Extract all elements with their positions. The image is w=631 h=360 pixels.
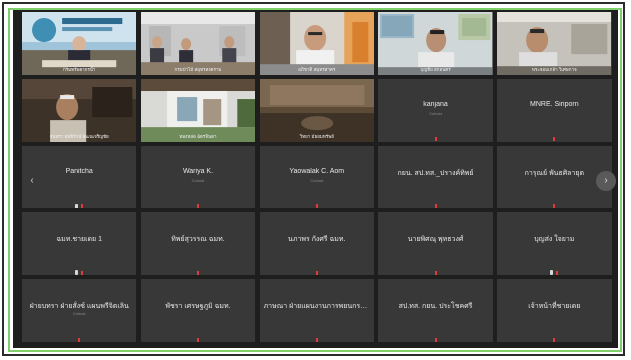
- audio-status: [141, 331, 255, 342]
- mic-muted-icon: [315, 337, 318, 342]
- mic-muted-icon: [553, 137, 556, 142]
- video-tile[interactable]: ทองหล่อ ฉัตรจินดา: [140, 78, 256, 142]
- participant-name: กรมป่าไม้ สมุทรสงคราม: [174, 66, 222, 72]
- participant-name: นายพิศณุ พุทธวงศ์: [407, 236, 464, 244]
- audio-status: [22, 331, 136, 342]
- participant-name: Yaowalak C. Aom: [289, 167, 345, 175]
- mic-muted-icon: [434, 270, 437, 275]
- participant-tile[interactable]: MNRE. Siriporn: [497, 78, 612, 142]
- participant-name: Wariya K.: [182, 167, 214, 175]
- audio-status: [378, 264, 492, 275]
- participant-name: ฉมท.ชายเดย 1: [56, 236, 102, 244]
- audio-status: [497, 331, 611, 342]
- participant-name: MNRE. Siriporn: [530, 100, 579, 108]
- participant-tile[interactable]: Wariya K. Cohost: [140, 145, 256, 209]
- mic-muted-icon: [556, 270, 559, 275]
- chevron-right-icon: ›: [604, 175, 608, 186]
- participant-tile[interactable]: ฉมท.ชายเดย 1: [22, 212, 137, 276]
- mic-muted-icon: [196, 270, 199, 275]
- mic-muted-icon: [434, 337, 437, 342]
- video-tile[interactable]: จันทรา สุทธิรักษ์ พัฒนเจริญชัย: [22, 78, 137, 142]
- video-tile[interactable]: กรมป่าไม้ สมุทรสงคราม: [140, 12, 256, 75]
- mic-muted-icon: [81, 204, 84, 209]
- participant-name: พระจอมเกล้า วิเศษกาจ: [531, 66, 577, 72]
- mic-muted-icon: [434, 204, 437, 209]
- audio-status: [378, 131, 492, 142]
- participant-tile[interactable]: เจ้าหน้าที่ชายเดย: [497, 279, 612, 342]
- next-page-button[interactable]: ›: [596, 171, 616, 191]
- audio-status: [497, 264, 611, 276]
- participant-name: ทิพย์สุวรรณ ฉมท.: [171, 236, 225, 244]
- participant-grid: กรมทรัพยากรน้ำ กรมป่าไม้ สมุทรสงคราม อภิ…: [22, 12, 612, 346]
- participant-name: kanjana: [423, 100, 448, 108]
- audio-status: [378, 331, 492, 342]
- participant-role: Cohost: [191, 177, 205, 183]
- participant-name: การุณย์ พันธศิลายุต: [524, 169, 585, 177]
- microphone-icon: [75, 270, 79, 276]
- participant-tile[interactable]: Panitcha: [22, 145, 137, 209]
- audio-status: [22, 264, 136, 276]
- mic-muted-icon: [196, 204, 199, 209]
- participant-name: วิทยา มัธยมทรัพย์: [299, 133, 334, 139]
- participant-role: Cohost: [429, 110, 442, 116]
- video-tile[interactable]: พระจอมเกล้า วิเศษกาจ: [497, 12, 612, 75]
- mic-muted-icon: [315, 204, 318, 209]
- audio-status: [22, 197, 136, 209]
- chevron-left-icon: ‹: [30, 175, 34, 186]
- participant-name: ภาษณา ฝ่ายแผนงานการพยนกรรม...: [263, 303, 374, 311]
- mic-muted-icon: [81, 270, 84, 275]
- mic-muted-icon: [78, 337, 81, 342]
- participant-name: บุญชัย สกลนคร: [420, 66, 451, 72]
- mic-muted-icon: [553, 337, 556, 342]
- participant-tile[interactable]: สป.ทส. กยน. ประโชคศรี: [378, 279, 493, 342]
- video-tile[interactable]: อภิชาติ สมุทรสาคร: [259, 12, 374, 75]
- participant-name: นภาพร กังศรี ฉมท.: [288, 236, 346, 244]
- participant-name: กยน. สป.ทส._ปรางค์ทิพย์: [397, 169, 474, 177]
- participant-name: จันทรา สุทธิรักษ์ พัฒนเจริญชัย: [49, 133, 109, 139]
- participant-tile[interactable]: ทิพย์สุวรรณ ฉมท.: [140, 212, 256, 276]
- participant-tile[interactable]: ภาษณา ฝ่ายแผนงานการพยนกรรม...: [259, 279, 374, 342]
- participant-tile[interactable]: การุณย์ พันธศิลายุต: [497, 145, 612, 209]
- participant-name: สป.ทส. กยน. ประโชคศรี: [398, 303, 473, 311]
- previous-page-button[interactable]: ‹: [25, 174, 39, 188]
- audio-status: [141, 197, 255, 209]
- participant-name: พัชรา เศรษฐภูมิ ฉมท.: [165, 303, 231, 311]
- participant-tile[interactable]: kanjana Cohost: [378, 78, 493, 142]
- mic-muted-icon: [196, 337, 199, 342]
- participant-name: บุญส่ง ใจยาม: [534, 236, 575, 244]
- audio-status: [497, 197, 611, 209]
- video-tile[interactable]: วิทยา มัธยมทรัพย์: [259, 78, 374, 142]
- participant-role: Cohost: [72, 311, 86, 317]
- audio-status: [260, 264, 374, 275]
- participant-name: อภิชาติ สมุทรสาคร: [298, 66, 336, 72]
- audio-status: [497, 131, 611, 142]
- video-conference-window: กรมทรัพยากรน้ำ กรมป่าไม้ สมุทรสงคราม อภิ…: [13, 10, 618, 348]
- mic-muted-icon: [315, 270, 318, 275]
- participant-tile[interactable]: บุญส่ง ใจยาม: [497, 212, 612, 276]
- participant-tile[interactable]: กยน. สป.ทส._ปรางค์ทิพย์: [378, 145, 493, 209]
- participant-tile[interactable]: นภาพร กังศรี ฉมท.: [259, 212, 374, 276]
- participant-role: Cohost: [310, 177, 324, 183]
- mic-muted-icon: [434, 137, 437, 142]
- microphone-icon: [550, 270, 554, 276]
- audio-status: [260, 197, 374, 209]
- audio-status: [378, 197, 492, 209]
- audio-status: [141, 264, 255, 275]
- screenshot-frame: กรมทรัพยากรน้ำ กรมป่าไม้ สมุทรสงคราม อภิ…: [0, 0, 631, 360]
- participant-name: เจ้าหน้าที่ชายเดย: [528, 303, 581, 311]
- participant-name: ทองหล่อ ฉัตรจินดา: [179, 133, 217, 139]
- participant-tile[interactable]: พัชรา เศรษฐภูมิ ฉมท.: [140, 279, 256, 342]
- audio-status: [260, 331, 374, 342]
- mic-muted-icon: [553, 204, 556, 209]
- participant-tile[interactable]: Yaowalak C. Aom Cohost: [259, 145, 374, 209]
- participant-name: Panitcha: [65, 167, 93, 175]
- video-tile[interactable]: บุญชัย สกลนคร: [378, 12, 493, 75]
- participant-tile[interactable]: นายพิศณุ พุทธวงศ์: [378, 212, 493, 276]
- participant-name: กรมทรัพยากรน้ำ: [63, 66, 96, 72]
- microphone-icon: [75, 203, 79, 209]
- video-tile[interactable]: กรมทรัพยากรน้ำ: [22, 12, 137, 75]
- participant-tile[interactable]: ฝ่ายบทรา ฝ่ายสั่งซ์ แผนพรีจิตเลิน Cohost: [22, 279, 137, 342]
